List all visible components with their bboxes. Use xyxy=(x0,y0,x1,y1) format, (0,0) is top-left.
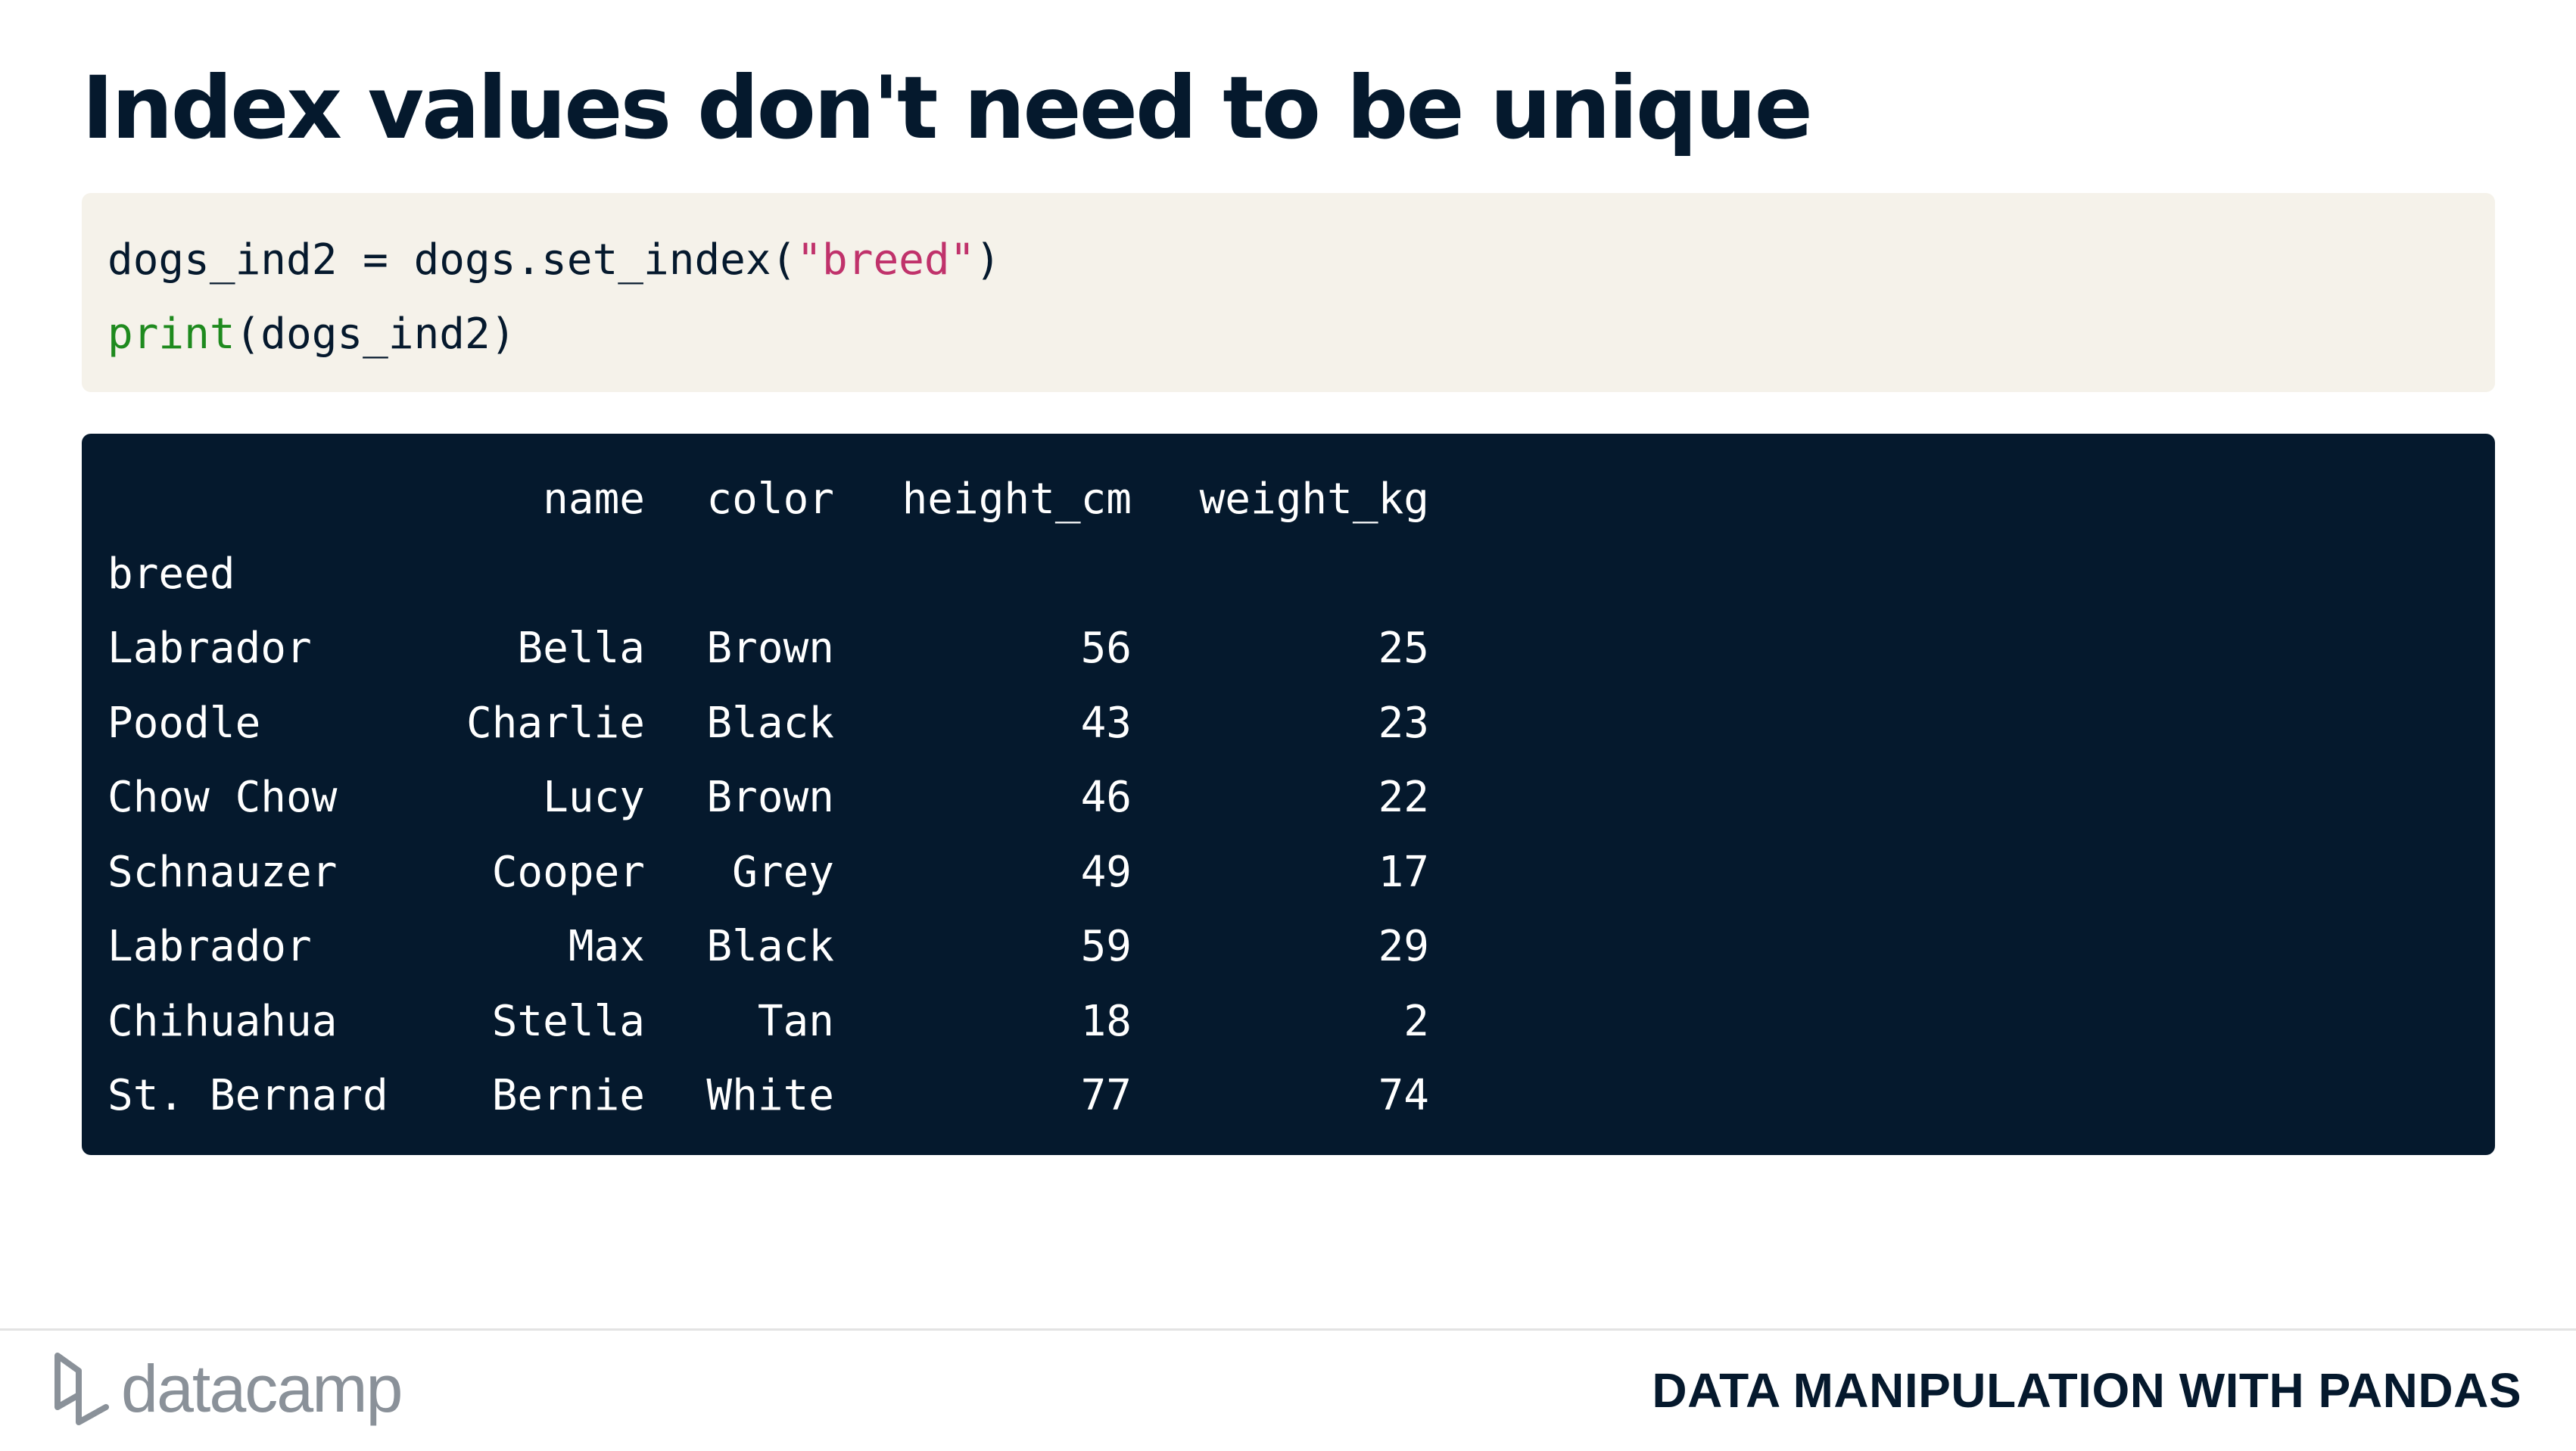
height-cell: 49 xyxy=(1080,847,1132,897)
code-string: "breed" xyxy=(796,235,976,285)
color-cell: Tan xyxy=(757,996,834,1046)
name-cell: Charlie xyxy=(466,698,645,748)
table-row: Chow Chow Lucy Brown 46 22 xyxy=(107,761,1429,836)
color-cell: White xyxy=(706,1071,834,1120)
name-cell: Stella xyxy=(491,996,645,1046)
code-text: ) xyxy=(975,235,1001,285)
dataframe-output: name color height_cm weight_kg breed Lab… xyxy=(107,462,1429,1134)
index-cell: Chow Chow xyxy=(107,773,338,822)
index-cell: Chihuahua xyxy=(107,996,338,1046)
height-cell: 46 xyxy=(1080,773,1132,822)
footer-divider xyxy=(0,1328,2576,1331)
table-row: Schnauzer Cooper Grey 49 17 xyxy=(107,836,1429,911)
weight-cell: 22 xyxy=(1378,773,1429,822)
weight-cell: 17 xyxy=(1378,847,1429,897)
code-function: print xyxy=(107,310,235,359)
index-cell: Poodle xyxy=(107,698,261,748)
name-cell: Bernie xyxy=(491,1071,645,1120)
column-header: height_cm xyxy=(902,475,1132,524)
table-row: St. Bernard Bernie White 77 74 xyxy=(107,1059,1429,1134)
column-header: name xyxy=(543,475,645,524)
code-block: dogs_ind2 = dogs.set_index("breed") prin… xyxy=(82,193,2495,392)
column-header xyxy=(107,462,456,537)
height-cell: 56 xyxy=(1080,624,1132,673)
code-line-set-index: dogs_ind2 = dogs.set_index("breed") xyxy=(107,223,2469,297)
column-header: color xyxy=(706,475,834,524)
index-cell: Labrador xyxy=(107,624,312,673)
name-cell: Lucy xyxy=(543,773,645,822)
name-cell: Cooper xyxy=(491,847,645,897)
color-cell: Black xyxy=(706,922,834,971)
index-name-row: breed xyxy=(107,537,1429,612)
table-row: Labrador Bella Brown 56 25 xyxy=(107,612,1429,687)
output-block: name color height_cm weight_kg breed Lab… xyxy=(82,434,2495,1155)
index-cell: St. Bernard xyxy=(107,1071,388,1120)
table-row: Labrador Max Black 59 29 xyxy=(107,910,1429,985)
index-name: breed xyxy=(107,549,235,599)
color-cell: Brown xyxy=(706,773,834,822)
slide-title: Index values don't need to be unique xyxy=(82,58,1813,158)
logo-wordmark: datacamp xyxy=(121,1351,403,1426)
weight-cell: 74 xyxy=(1378,1071,1429,1120)
index-cell: Schnauzer xyxy=(107,847,338,897)
height-cell: 59 xyxy=(1080,922,1132,971)
index-cell: Labrador xyxy=(107,922,312,971)
column-header: weight_kg xyxy=(1199,475,1429,524)
name-cell: Max xyxy=(568,922,645,971)
name-cell: Bella xyxy=(517,624,645,673)
color-cell: Brown xyxy=(706,624,834,673)
weight-cell: 23 xyxy=(1378,698,1429,748)
code-text: (dogs_ind2) xyxy=(235,310,516,359)
code-text: dogs_ind2 = dogs.set_index( xyxy=(107,235,797,285)
table-row: Chihuahua Stella Tan 18 2 xyxy=(107,985,1429,1060)
datacamp-logo-icon xyxy=(55,1353,109,1425)
weight-cell: 25 xyxy=(1378,624,1429,673)
weight-cell: 2 xyxy=(1403,996,1429,1046)
color-cell: Grey xyxy=(732,847,834,897)
height-cell: 18 xyxy=(1080,996,1132,1046)
color-cell: Black xyxy=(706,698,834,748)
table-header-row: name color height_cm weight_kg xyxy=(107,462,1429,537)
course-title: DATA MANIPULATION WITH PANDAS xyxy=(1652,1363,2521,1418)
table-row: Poodle Charlie Black 43 23 xyxy=(107,687,1429,761)
datacamp-logo: datacamp xyxy=(53,1347,403,1431)
height-cell: 43 xyxy=(1080,698,1132,748)
code-line-print: print(dogs_ind2) xyxy=(107,297,2469,372)
height-cell: 77 xyxy=(1080,1071,1132,1120)
weight-cell: 29 xyxy=(1378,922,1429,971)
